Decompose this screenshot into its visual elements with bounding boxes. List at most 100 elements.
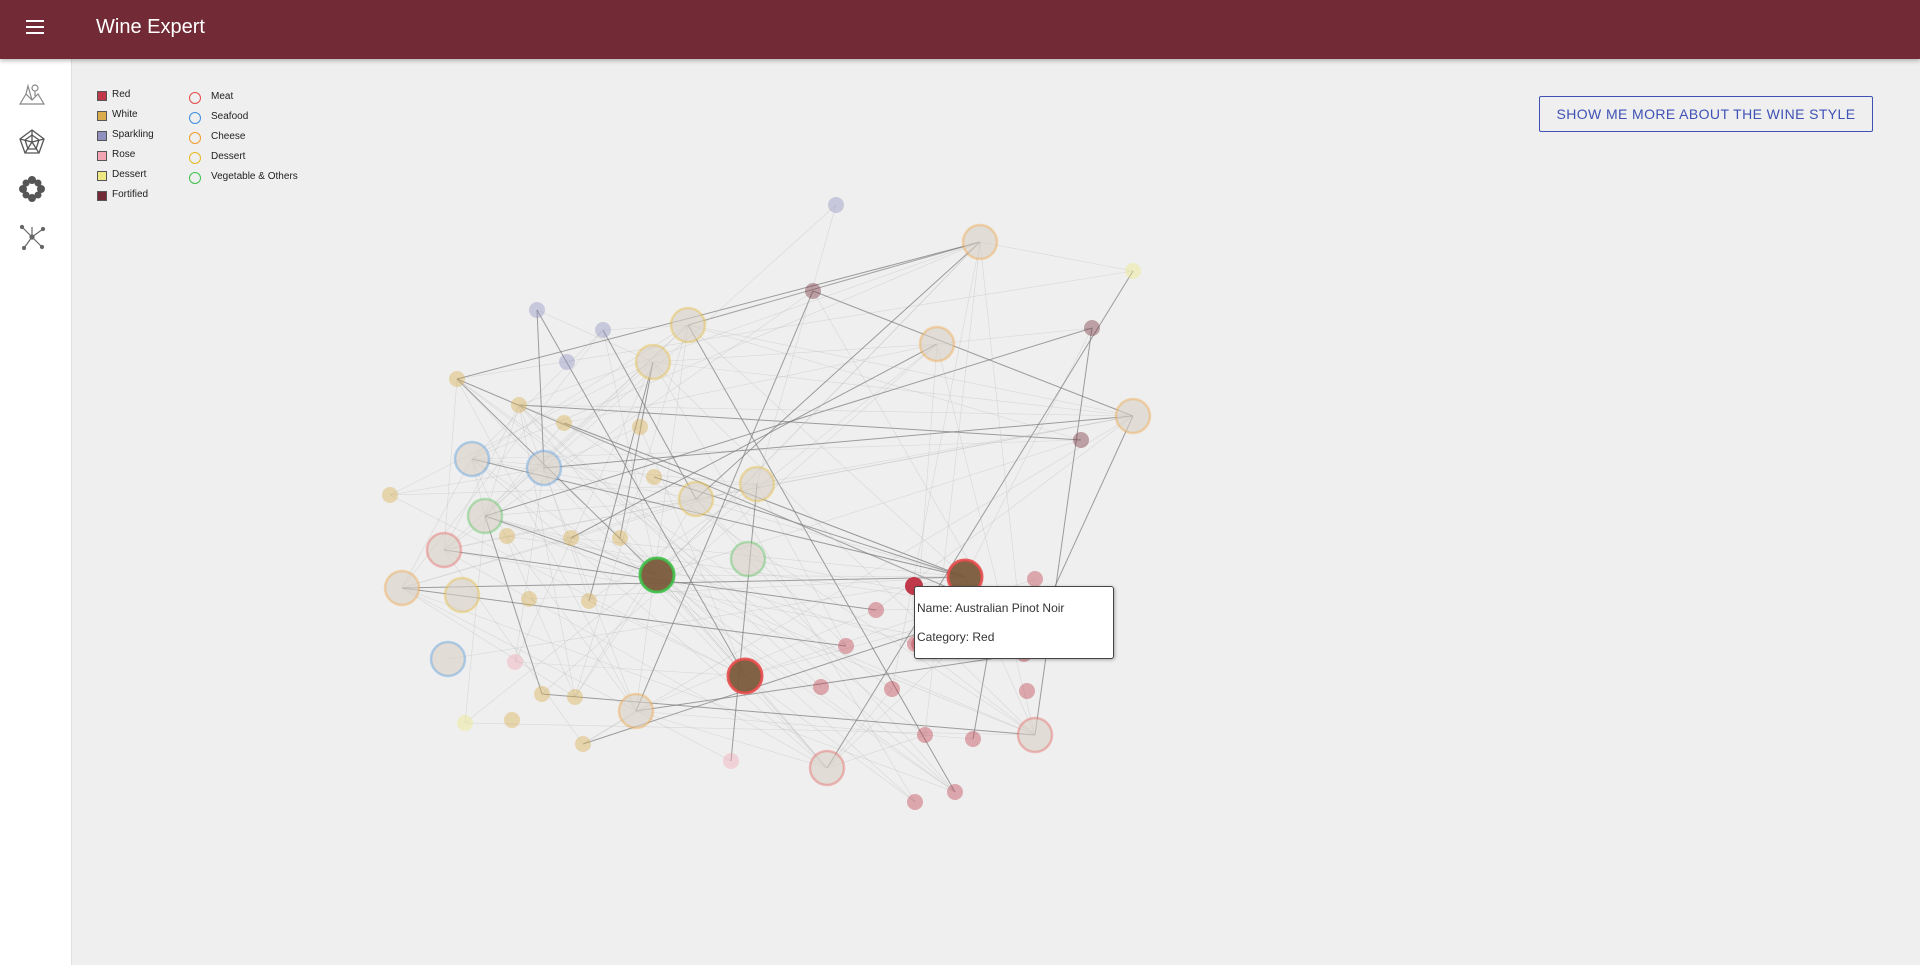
- graph-edge: [812, 290, 1134, 417]
- wine-node[interactable]: [813, 679, 829, 695]
- wine-node[interactable]: [521, 591, 537, 607]
- wine-node[interactable]: [529, 302, 545, 318]
- food-node[interactable]: [918, 325, 956, 363]
- graph-edge: [401, 458, 473, 589]
- graph-edge: [484, 515, 916, 645]
- flower-chart-icon[interactable]: [18, 175, 46, 203]
- graph-edge: [443, 549, 828, 769]
- graph-edge: [619, 537, 746, 677]
- map-icon[interactable]: [18, 80, 46, 108]
- food-node[interactable]: [466, 497, 504, 535]
- wine-node[interactable]: [581, 593, 597, 609]
- wine-node[interactable]: [947, 784, 963, 800]
- wine-node[interactable]: [884, 681, 900, 697]
- wine-node[interactable]: [868, 602, 884, 618]
- legend-label: Vegetable & Others: [211, 171, 298, 182]
- wine-node[interactable]: [499, 528, 515, 544]
- wine-node[interactable]: [563, 530, 579, 546]
- wine-node[interactable]: [646, 469, 662, 485]
- food-node[interactable]: [525, 449, 563, 487]
- food-node[interactable]: [425, 531, 463, 569]
- graph-edge: [401, 576, 966, 589]
- graph-edge: [456, 270, 1134, 380]
- food-node[interactable]: [383, 569, 421, 607]
- wine-node[interactable]: [907, 794, 923, 810]
- wine-node[interactable]: [504, 712, 520, 728]
- graph-edge: [687, 324, 1082, 441]
- legend-label: Dessert: [112, 169, 147, 180]
- wine-style-more-button[interactable]: SHOW ME MORE ABOUT THE WINE STYLE: [1539, 96, 1873, 132]
- food-node[interactable]: [429, 640, 467, 678]
- food-node[interactable]: [453, 440, 491, 478]
- food-node[interactable]: [726, 657, 764, 695]
- graph-edge: [936, 343, 1036, 736]
- graph-edge: [471, 329, 604, 460]
- wine-node[interactable]: [612, 530, 628, 546]
- wine-node[interactable]: [838, 638, 854, 654]
- graph-edge: [447, 576, 966, 660]
- wine-node[interactable]: [511, 397, 527, 413]
- wine-node[interactable]: [1084, 320, 1100, 336]
- radar-chart-icon[interactable]: [18, 128, 46, 156]
- wine-node[interactable]: [575, 736, 591, 752]
- wine-node[interactable]: [1073, 432, 1089, 448]
- graph-edge: [464, 515, 486, 724]
- wine-node[interactable]: [457, 715, 473, 731]
- food-node[interactable]: [808, 749, 846, 787]
- legend-label: Red: [112, 89, 131, 100]
- food-node[interactable]: [961, 223, 999, 261]
- graph-edge: [536, 309, 654, 363]
- wine-node[interactable]: [534, 686, 550, 702]
- tooltip-name: Name: Australian Pinot Noir: [917, 601, 1065, 615]
- wine-node[interactable]: [559, 354, 575, 370]
- graph-edges: [389, 204, 1134, 803]
- graph-edge: [389, 361, 654, 496]
- graph-edge: [639, 426, 746, 677]
- graph-edge: [456, 378, 926, 736]
- wine-node[interactable]: [595, 322, 611, 338]
- graph-edge: [471, 439, 1082, 460]
- wine-node[interactable]: [1019, 683, 1035, 699]
- wine-node[interactable]: [556, 415, 572, 431]
- graph-edge: [687, 324, 956, 793]
- wine-node[interactable]: [917, 727, 933, 743]
- wine-node[interactable]: [632, 419, 648, 435]
- graph-edge: [401, 587, 956, 793]
- graph-edge: [543, 415, 1134, 469]
- wine-node[interactable]: [805, 283, 821, 299]
- graph-edge: [506, 535, 637, 712]
- wine-node[interactable]: [449, 371, 465, 387]
- wine-node[interactable]: [723, 753, 739, 769]
- swatch-rose: [97, 151, 107, 161]
- ring-dessert: [189, 152, 201, 164]
- legend-label: Cheese: [211, 131, 246, 142]
- wine-node[interactable]: [1125, 263, 1141, 279]
- food-node[interactable]: [617, 692, 655, 730]
- food-node[interactable]: [669, 306, 707, 344]
- food-node[interactable]: [738, 465, 776, 503]
- legend-label: Rose: [112, 149, 136, 160]
- wine-node[interactable]: [567, 689, 583, 705]
- graph-edge: [924, 241, 981, 736]
- food-node[interactable]: [729, 540, 767, 578]
- food-node[interactable]: [677, 480, 715, 518]
- graph-edge: [964, 327, 1093, 578]
- food-node[interactable]: [1016, 716, 1054, 754]
- sidebar: [0, 59, 72, 965]
- network-graph-icon[interactable]: [18, 223, 46, 251]
- menu-icon[interactable]: [22, 18, 50, 42]
- food-node[interactable]: [638, 556, 676, 594]
- food-node[interactable]: [443, 576, 481, 614]
- graph-edge: [635, 324, 689, 712]
- graph-edge: [514, 661, 746, 677]
- wine-food-network-graph[interactable]: [72, 59, 1920, 965]
- food-node[interactable]: [634, 343, 672, 381]
- wine-node[interactable]: [507, 654, 523, 670]
- graph-edge: [456, 378, 637, 712]
- food-node[interactable]: [1114, 397, 1152, 435]
- app-bar: Wine Expert: [0, 0, 1920, 59]
- wine-node[interactable]: [382, 487, 398, 503]
- wine-node[interactable]: [965, 731, 981, 747]
- wine-node[interactable]: [828, 197, 844, 213]
- wine-node[interactable]: [1027, 571, 1043, 587]
